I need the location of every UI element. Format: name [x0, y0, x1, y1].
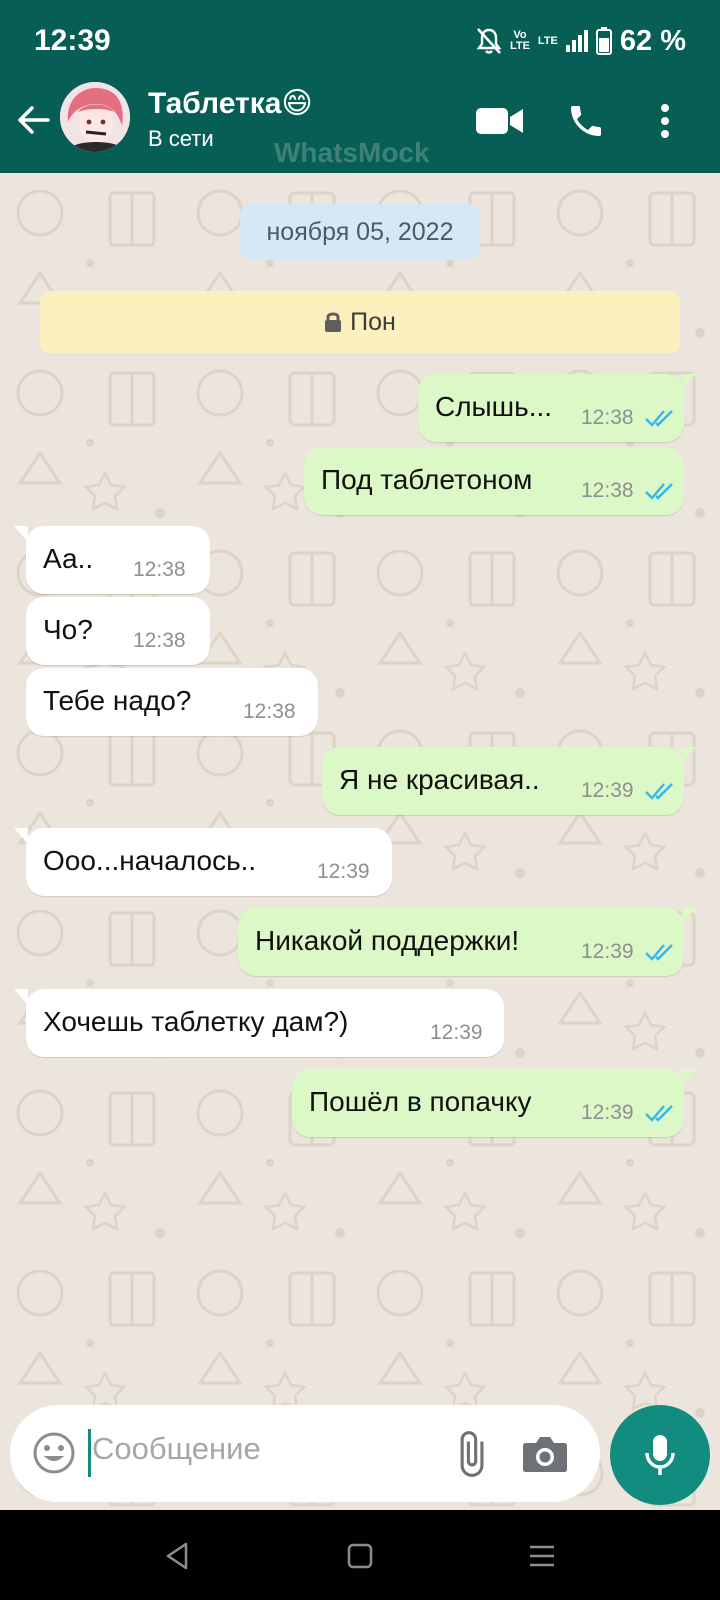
message-time: 12:39	[581, 779, 634, 802]
text-cursor	[88, 1429, 91, 1477]
encryption-notice[interactable]: Пон	[40, 291, 680, 353]
app-header: 12:39 Vo LTE LTE 62 % Таблетка😄 В сети W…	[0, 0, 720, 173]
video-camera-icon	[476, 108, 523, 134]
status-icons: Vo LTE LTE 62 %	[476, 24, 686, 58]
video-call-button[interactable]	[475, 96, 525, 146]
volte-icon: Vo LTE	[509, 29, 530, 52]
signal-icon	[565, 30, 588, 52]
message-time: 12:38	[133, 558, 186, 581]
nav-home-icon[interactable]	[340, 1536, 380, 1576]
message-text: Я не красивая..	[339, 764, 540, 795]
message-time: 12:39	[581, 1101, 634, 1124]
read-receipt-icon	[645, 483, 673, 500]
read-receipt-icon	[645, 944, 673, 961]
message-text: Чо?	[43, 614, 93, 645]
system-nav-bar	[0, 1510, 720, 1600]
message-input[interactable]: Сообщение	[92, 1431, 261, 1467]
avatar[interactable]	[60, 82, 130, 152]
nav-recents-icon[interactable]	[522, 1536, 562, 1576]
message-time: 12:39	[317, 860, 370, 883]
message-bubble-outgoing[interactable]: Слышь... 12:38	[418, 374, 696, 442]
voice-record-button[interactable]	[610, 1405, 710, 1505]
message-text: Тебе надо?	[43, 685, 192, 716]
microphone-icon	[645, 1435, 675, 1475]
phone-icon	[571, 106, 601, 136]
read-receipt-icon	[645, 783, 673, 800]
message-text: Аа..	[43, 543, 94, 574]
status-bar: 12:39 Vo LTE LTE 62 %	[0, 0, 720, 80]
message-text: Ооо...началось..	[43, 845, 257, 876]
message-bubble-incoming[interactable]: Аа.. 12:38	[14, 526, 210, 594]
message-bubble-incoming[interactable]: Тебе надо? 12:38	[26, 668, 318, 736]
battery-icon	[595, 27, 612, 55]
message-bubble-incoming[interactable]: Хочешь таблетку дам?) 12:39	[14, 989, 504, 1057]
camera-icon[interactable]	[520, 1429, 570, 1479]
message-bubble-outgoing[interactable]: Никакой поддержки! 12:39	[238, 908, 696, 976]
nav-back-icon[interactable]	[158, 1536, 198, 1576]
more-vert-icon	[661, 104, 669, 138]
message-bubble-incoming[interactable]: Чо? 12:38	[26, 597, 210, 665]
menu-button[interactable]	[650, 96, 680, 146]
message-text: Под таблетоном	[321, 464, 533, 495]
message-bubble-outgoing[interactable]: Пошёл в попачку 12:39	[292, 1069, 696, 1137]
attach-icon[interactable]	[446, 1429, 496, 1479]
watermark: WhatsMock	[274, 137, 430, 168]
message-time: 12:39	[430, 1021, 483, 1044]
message-text: Никакой поддержки!	[255, 925, 520, 956]
lte-label: LTE	[537, 34, 558, 47]
message-bubble-outgoing[interactable]: Под таблетоном 12:38	[304, 447, 684, 515]
contact-name[interactable]: Таблетка😄	[148, 86, 313, 121]
message-text: Слышь...	[435, 391, 553, 422]
read-receipt-icon	[645, 1105, 673, 1122]
message-bubble-incoming[interactable]: Ооо...началось.. 12:39	[14, 828, 392, 896]
mute-bell-icon	[476, 28, 502, 54]
date-separator: ноября 05, 2022	[240, 204, 480, 260]
chat-area[interactable]: ноября 05, 2022 Пон Слышь... 12:38 Под т…	[0, 173, 720, 1510]
emoji-icon[interactable]	[32, 1431, 76, 1475]
message-text: Пошёл в попачку	[309, 1086, 532, 1117]
read-receipt-icon	[645, 410, 673, 427]
contact-status: В сети	[148, 126, 214, 151]
voice-call-button[interactable]	[561, 96, 611, 146]
lock-icon	[325, 312, 342, 332]
back-arrow-icon[interactable]	[14, 100, 54, 140]
battery-level: 62 %	[619, 24, 686, 57]
status-time: 12:39	[34, 24, 111, 57]
message-text: Хочешь таблетку дам?)	[43, 1006, 349, 1037]
message-time: 12:38	[133, 629, 186, 652]
notice-text: Пон	[350, 307, 396, 336]
message-time: 12:39	[581, 940, 634, 963]
message-time: 12:38	[581, 479, 634, 502]
message-time: 12:38	[243, 700, 296, 723]
message-bubble-outgoing[interactable]: Я не красивая.. 12:39	[322, 747, 696, 815]
message-composer[interactable]: Сообщение	[10, 1405, 600, 1502]
message-time: 12:38	[581, 406, 634, 429]
